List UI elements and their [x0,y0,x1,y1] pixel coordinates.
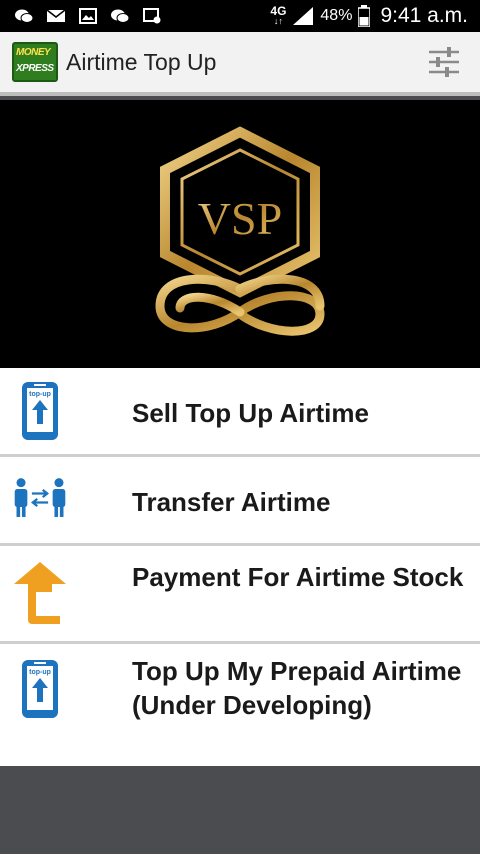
clock: 9:41 a.m. [380,4,468,27]
topup-phone-icon: top-up [22,660,58,718]
transfer-people-icon [14,478,66,517]
battery-icon [358,5,371,27]
app-logo: MONEY XPRESS [12,42,58,82]
app-bar: MONEY XPRESS Airtime Top Up [0,32,480,96]
vsp-logo: VSP [155,126,325,336]
menu-item-topup-prepaid[interactable]: top-up Top Up My Prepaid Airtime (Under … [0,644,480,766]
payment-arrow-icon [14,562,66,624]
wechat-notification-icon-2 [111,9,130,23]
battery-percent: 48% [320,7,353,24]
menu-item-transfer-airtime[interactable]: Transfer Airtime [0,457,480,546]
topup-phone-icon: top-up [22,382,58,440]
menu-item-sell-topup[interactable]: top-up Sell Top Up Airtime [0,368,480,457]
sliders-icon [429,47,459,77]
menu-item-payment-stock[interactable]: Payment For Airtime Stock [0,546,480,644]
banner: VSP [0,100,480,368]
screen-mirror-icon [143,8,161,24]
menu-item-label: Sell Top Up Airtime [132,398,369,428]
mail-notification-icon [46,9,66,22]
wechat-notification-icon [15,9,34,23]
image-notification-icon [79,8,97,24]
settings-button[interactable] [424,42,464,82]
menu-item-label: Top Up My Prepaid Airtime (Under Develop… [132,656,462,720]
menu-item-label: Transfer Airtime [132,487,331,517]
status-bar: 4G ↓↑ 48% 9:41 a.m. [0,0,480,32]
network-type: 4G ↓↑ [270,4,287,26]
empty-area [0,766,480,854]
svg-text:top-up: top-up [29,391,51,398]
signal-icon [293,7,314,25]
menu-item-label: Payment For Airtime Stock [132,562,464,592]
vsp-logo-text: VSP [198,193,282,244]
svg-text:top-up: top-up [29,669,51,676]
app-title: Airtime Top Up [66,48,217,75]
